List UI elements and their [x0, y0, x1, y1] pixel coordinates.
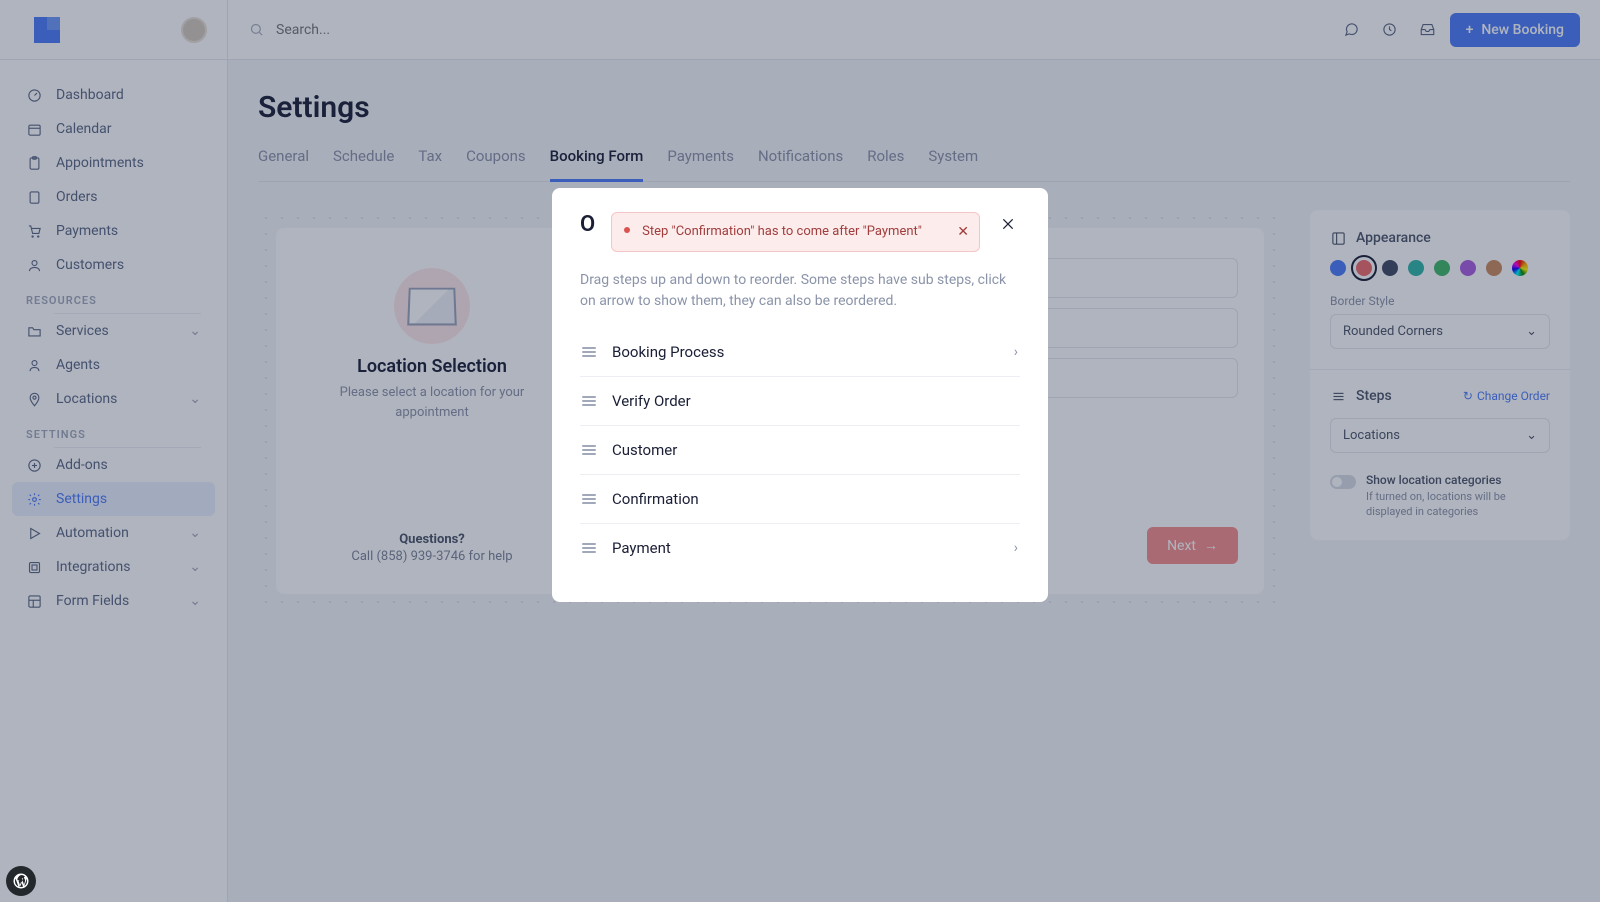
chevron-right-icon[interactable]: ›: [1014, 344, 1018, 360]
wordpress-badge[interactable]: [6, 866, 36, 896]
app-root: DashboardCalendarAppointmentsOrdersPayme…: [0, 0, 1600, 902]
modal-close-button[interactable]: [996, 212, 1020, 240]
step-item-verify-order[interactable]: Verify Order: [580, 377, 1020, 426]
step-item-booking-process[interactable]: Booking Process ›: [580, 328, 1020, 377]
step-name: Customer: [612, 441, 677, 459]
modal-description: Drag steps up and down to reorder. Some …: [580, 270, 1020, 312]
step-item-customer[interactable]: Customer: [580, 426, 1020, 475]
chevron-right-icon[interactable]: ›: [1014, 540, 1018, 556]
step-item-confirmation[interactable]: Confirmation: [580, 475, 1020, 524]
drag-handle-icon[interactable]: [582, 396, 596, 406]
drag-handle-icon[interactable]: [582, 347, 596, 357]
drag-handle-icon[interactable]: [582, 543, 596, 553]
order-steps-modal: O Step "Confirmation" has to come after …: [552, 188, 1048, 602]
error-alert: Step "Confirmation" has to come after "P…: [611, 212, 980, 252]
modal-overlay[interactable]: O Step "Confirmation" has to come after …: [0, 0, 1600, 902]
step-list: Booking Process › Verify Order Customer Conf…: [580, 328, 1020, 572]
modal-title: O: [580, 212, 595, 237]
alert-text: Step "Confirmation" has to come after "P…: [642, 224, 922, 239]
alert-close-button[interactable]: ✕: [957, 223, 969, 243]
step-name: Booking Process: [612, 343, 724, 361]
drag-handle-icon[interactable]: [582, 445, 596, 455]
drag-handle-icon[interactable]: [582, 494, 596, 504]
step-name: Confirmation: [612, 490, 699, 508]
step-name: Payment: [612, 539, 671, 557]
step-name: Verify Order: [612, 392, 691, 410]
modal-header: O Step "Confirmation" has to come after …: [580, 212, 1020, 252]
step-item-payment[interactable]: Payment ›: [580, 524, 1020, 572]
